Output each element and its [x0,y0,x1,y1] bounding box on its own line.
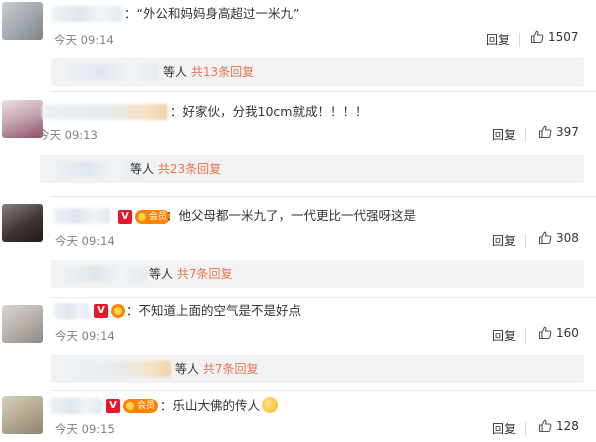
like-count: 308 [556,231,579,245]
like-button[interactable]: 1507 [530,30,579,44]
comment-text: ：乐山大佛的传人 [160,397,279,415]
comment-time: 今天 09:15 [55,422,115,436]
divider [525,128,526,142]
username[interactable] [52,6,122,22]
member-badge [111,304,125,318]
avatar[interactable] [2,100,43,138]
thumbs-up-icon [538,326,552,340]
view-replies-link[interactable]: 共7条回复 [177,267,233,281]
like-button[interactable]: 160 [538,326,579,340]
thumbs-up-icon [538,419,552,433]
reply-button[interactable]: 回复 [492,327,516,344]
comment-text: ：他父母都一米九了，一代更比一代强呀这是 [166,208,417,223]
member-badge: 会员 [123,399,159,413]
reply-usernames [52,161,140,177]
comment-time: 今天 09:14 [55,234,115,248]
like-count: 160 [556,326,579,340]
reply-thread-text: 等人 共23条回复 [130,162,222,176]
reply-thread-text: 等人 共7条回复 [149,267,233,281]
like-button[interactable]: 308 [538,231,579,245]
divider [525,422,526,436]
divider [525,234,526,248]
view-replies-link[interactable]: 共7条回复 [203,362,259,376]
username[interactable] [54,303,90,319]
divider [525,329,526,343]
like-button[interactable]: 128 [538,419,579,433]
reply-usernames [63,361,171,377]
avatar[interactable] [2,305,43,343]
verified-badge: V [118,210,132,224]
view-replies-link[interactable]: 共13条回复 [191,65,254,79]
thumbs-up-icon [538,125,552,139]
reply-usernames [63,64,159,80]
like-count: 1507 [548,30,579,44]
verified-badge: V [106,399,120,413]
separator [51,196,596,197]
like-count: 397 [556,125,579,139]
comment-text: ：好家伙，分我10cm就成！！！！ [170,104,368,119]
username[interactable] [50,398,102,414]
laughing-emoji-icon [262,397,279,413]
avatar[interactable] [2,2,43,40]
reply-button[interactable]: 回复 [486,31,510,48]
separator [51,297,596,298]
comment-text: ：“外公和妈妈身高超过一米九” [124,6,300,21]
avatar[interactable] [2,204,43,242]
reply-button[interactable]: 回复 [492,420,516,437]
reply-thread[interactable]: 等人 共23条回复 [40,155,584,183]
like-button[interactable]: 397 [538,125,579,139]
comment-text: ：不知道上面的空气是不是好点 [126,303,302,318]
separator [51,390,596,391]
username[interactable] [42,104,168,120]
comment-time: 今天 09:13 [38,128,98,142]
reply-button[interactable]: 回复 [492,232,516,249]
member-badge: 会员 [135,210,171,224]
reply-button[interactable]: 回复 [492,126,516,143]
view-replies-link[interactable]: 共23条回复 [158,162,221,176]
reply-thread-text: 等人 共13条回复 [163,65,255,79]
reply-thread[interactable]: 等人 共7条回复 [51,260,584,288]
username[interactable] [54,208,110,224]
like-count: 128 [556,419,579,433]
reply-thread[interactable]: 等人 共7条回复 [51,355,584,383]
thumbs-up-icon [538,231,552,245]
reply-thread[interactable]: 等人 共13条回复 [51,58,584,86]
verified-badge: V [94,304,108,318]
comment-time: 今天 09:14 [55,329,115,343]
reply-usernames [61,266,147,282]
thumbs-up-icon [530,30,544,44]
comment-time: 今天 09:14 [54,33,114,47]
avatar[interactable] [2,396,43,434]
reply-thread-text: 等人 共7条回复 [175,362,259,376]
divider [519,33,520,47]
separator [51,91,596,92]
